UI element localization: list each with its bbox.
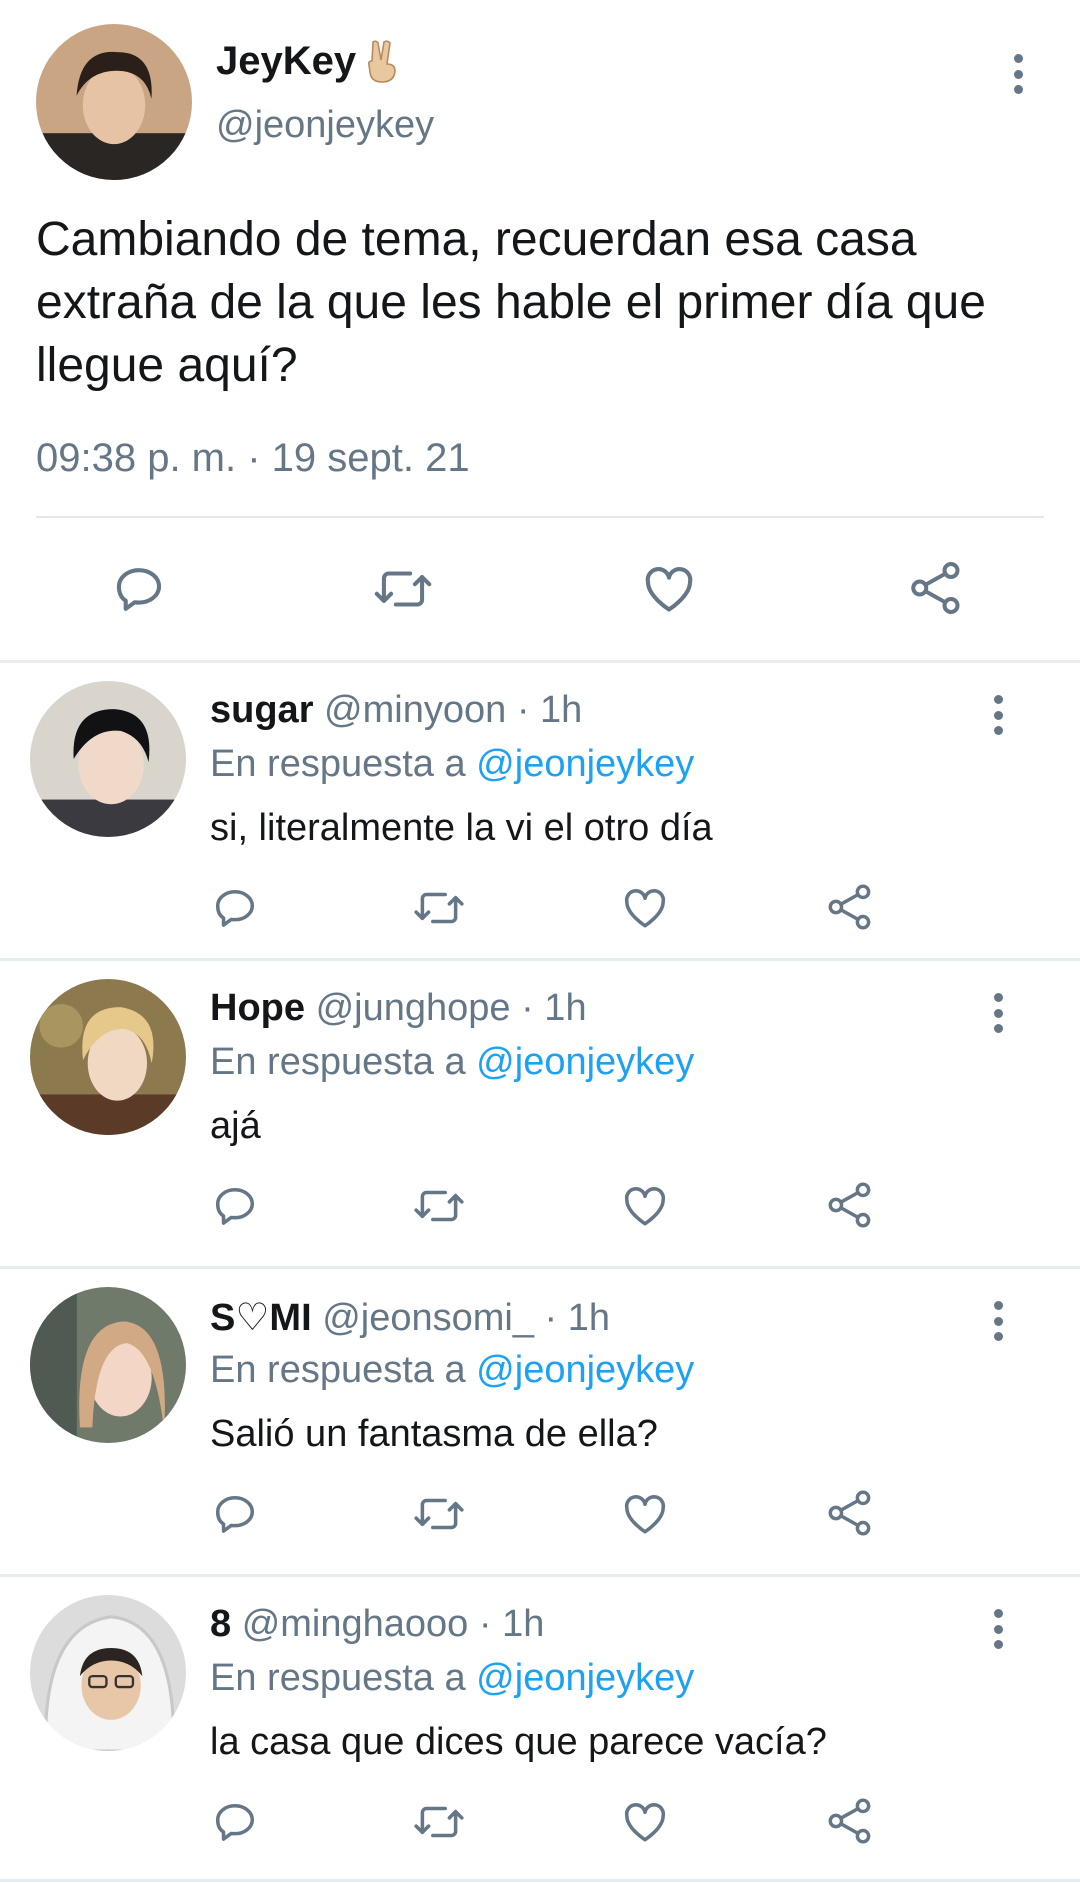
mention-link[interactable]: @jeonjeykey	[476, 1041, 694, 1083]
handle[interactable]: @jeonsomi_	[322, 1297, 534, 1339]
reply-tweet[interactable]: Hope @junghope · 1h En respuesta a @jeon…	[0, 961, 1080, 1266]
more-options-icon[interactable]	[986, 1301, 1010, 1341]
reply-text: si, literalmente la vi el otro día	[210, 807, 713, 849]
avatar[interactable]	[30, 681, 186, 837]
display-name[interactable]: JeyKey	[216, 38, 402, 84]
mention-link[interactable]: @jeonjeykey	[476, 1657, 694, 1699]
display-name[interactable]: 8	[210, 1603, 231, 1645]
retweet-icon[interactable]	[412, 1797, 466, 1847]
display-name[interactable]: sugar	[210, 689, 313, 731]
avatar[interactable]	[30, 1287, 186, 1443]
reply-icon[interactable]	[110, 560, 168, 618]
tweet-actions	[0, 1797, 1080, 1857]
time-ago: · 1h	[544, 1297, 611, 1339]
main-tweet: JeyKey @jeonjeykey Cambiando de tema, re…	[0, 0, 1080, 662]
like-icon[interactable]	[620, 1181, 670, 1231]
in-reply-to-label: En respuesta a	[210, 1657, 466, 1699]
time-ago: · 1h	[521, 987, 587, 1029]
reply-header: S♡MI @jeonsomi_ · 1h	[210, 1295, 610, 1340]
tweet-actions	[0, 1181, 1080, 1241]
avatar[interactable]	[30, 1595, 186, 1751]
like-icon[interactable]	[620, 1797, 670, 1847]
tweet-actions	[0, 550, 1080, 630]
in-reply-to: En respuesta a @jeonjeykey	[210, 743, 694, 786]
reply-header: Hope @junghope · 1h	[210, 987, 587, 1030]
reply-icon[interactable]	[210, 1797, 260, 1847]
reply-tweet[interactable]: sugar @minyoon · 1h En respuesta a @jeon…	[0, 663, 1080, 968]
avatar[interactable]	[30, 979, 186, 1135]
handle[interactable]: @minyoon	[324, 689, 506, 731]
tweet-text: Cambiando de tema, recuerdan esa casa ex…	[36, 213, 986, 392]
timestamp[interactable]: 09:38 p. m. · 19 sept. 21	[36, 436, 470, 481]
share-icon[interactable]	[824, 1179, 876, 1231]
handle[interactable]: @junghope	[316, 987, 511, 1029]
share-icon[interactable]	[824, 881, 876, 933]
retweet-icon[interactable]	[412, 1489, 466, 1539]
reply-icon[interactable]	[210, 883, 260, 933]
tweet-actions	[0, 1489, 1080, 1549]
more-options-icon[interactable]	[986, 993, 1010, 1033]
peace-hand-icon	[362, 38, 402, 84]
handle[interactable]: @minghaooo	[242, 1603, 469, 1645]
handle[interactable]: @jeonjeykey	[216, 104, 434, 147]
reply-tweet[interactable]: 8 @minghaooo · 1h En respuesta a @jeonje…	[0, 1577, 1080, 1882]
share-icon[interactable]	[906, 558, 966, 618]
more-options-icon[interactable]	[986, 1609, 1010, 1649]
tweet-actions	[0, 883, 1080, 943]
reply-text: Salió un fantasma de ella?	[210, 1413, 658, 1455]
time-ago: · 1h	[478, 1603, 545, 1645]
mention-link[interactable]: @jeonjeykey	[476, 1349, 694, 1391]
reply-header: 8 @minghaooo · 1h	[210, 1603, 544, 1646]
share-icon[interactable]	[824, 1487, 876, 1539]
reply-text: la casa que dices que parece vacía?	[210, 1721, 827, 1763]
more-options-icon[interactable]	[986, 695, 1010, 735]
in-reply-to: En respuesta a @jeonjeykey	[210, 1041, 694, 1084]
like-icon[interactable]	[640, 560, 698, 618]
in-reply-to-label: En respuesta a	[210, 1349, 466, 1391]
like-icon[interactable]	[620, 1489, 670, 1539]
display-name[interactable]: S♡MI	[210, 1297, 312, 1339]
in-reply-to-label: En respuesta a	[210, 743, 466, 785]
reply-tweet[interactable]: S♡MI @jeonsomi_ · 1h En respuesta a @jeo…	[0, 1269, 1080, 1574]
retweet-icon[interactable]	[372, 560, 434, 618]
divider	[0, 1879, 1080, 1882]
in-reply-to: En respuesta a @jeonjeykey	[210, 1657, 694, 1700]
reply-icon[interactable]	[210, 1489, 260, 1539]
reply-text: ajá	[210, 1105, 261, 1147]
retweet-icon[interactable]	[412, 883, 466, 933]
display-name[interactable]: Hope	[210, 987, 305, 1029]
like-icon[interactable]	[620, 883, 670, 933]
time-ago: · 1h	[516, 689, 583, 731]
share-icon[interactable]	[824, 1795, 876, 1847]
in-reply-to-label: En respuesta a	[210, 1041, 466, 1083]
divider	[36, 516, 1044, 518]
reply-icon[interactable]	[210, 1181, 260, 1231]
mention-link[interactable]: @jeonjeykey	[476, 743, 694, 785]
more-options-icon[interactable]	[1006, 54, 1030, 94]
display-name-text: JeyKey	[216, 38, 357, 83]
retweet-icon[interactable]	[412, 1181, 466, 1231]
avatar[interactable]	[36, 24, 192, 180]
reply-header: sugar @minyoon · 1h	[210, 689, 582, 732]
in-reply-to: En respuesta a @jeonjeykey	[210, 1349, 694, 1392]
